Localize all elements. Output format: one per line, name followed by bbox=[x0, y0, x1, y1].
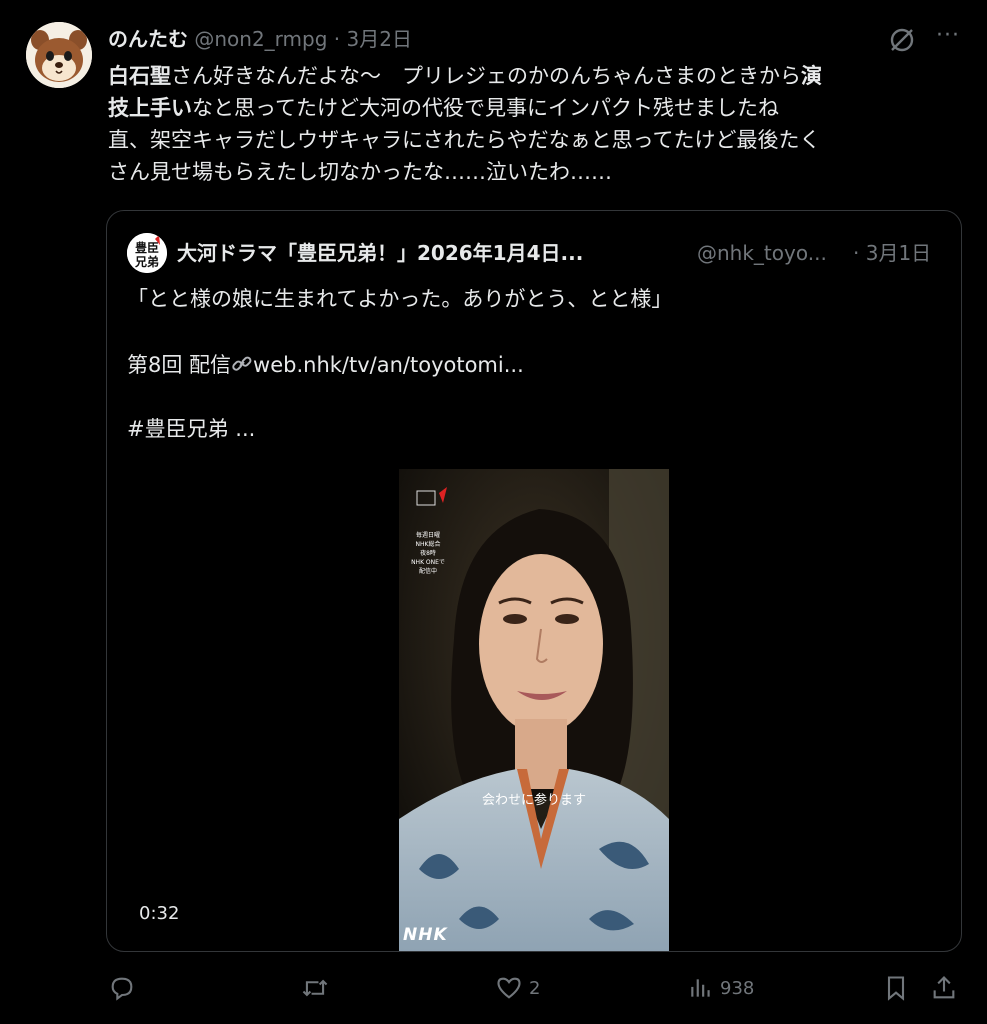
svg-text:兄弟: 兄弟 bbox=[134, 254, 159, 269]
quoted-author-name: 大河ドラマ「豊臣兄弟！」2026年1月4日... bbox=[177, 241, 584, 265]
quoted-author-handle: @nhk_toyo... bbox=[697, 237, 827, 269]
like-button[interactable]: 2 bbox=[495, 970, 540, 1006]
chipmunk-avatar-icon bbox=[26, 22, 92, 88]
quoted-text-line1: 「とと様の娘に生まれてよかった。ありがとう、とと様」 bbox=[127, 287, 673, 311]
reply-button[interactable] bbox=[108, 970, 142, 1006]
quoted-text-prefix: 第8回 配信 bbox=[127, 353, 232, 377]
promo-line: NHK ONEで bbox=[411, 559, 445, 566]
tweet-header: のんたむ @non2_rmpg · 3月2日 bbox=[108, 24, 412, 54]
quoted-tweet[interactable]: 豊臣 兄弟 大河ドラマ「豊臣兄弟！」2026年1月4日... @nhk_toyo… bbox=[106, 210, 962, 952]
author-name[interactable]: のんたむ bbox=[108, 27, 188, 51]
heart-icon bbox=[497, 977, 521, 999]
bookmark-button[interactable] bbox=[882, 970, 910, 1006]
action-bar: 2 938 bbox=[0, 970, 987, 1006]
quoted-date: · 3月1日 bbox=[853, 237, 931, 269]
share-button[interactable] bbox=[930, 970, 958, 1006]
tweet-text-line: さん見せ場もらえたし切なかったな……泣いたわ…… bbox=[108, 160, 612, 184]
quoted-handle-text: @nhk_toyo... bbox=[697, 241, 827, 265]
video-subtitle: 会わせに参ります bbox=[481, 793, 586, 808]
reply-icon bbox=[111, 977, 133, 1001]
author-handle[interactable]: @non2_rmpg bbox=[194, 27, 327, 51]
quoted-date-text: 3月1日 bbox=[865, 241, 932, 265]
toyotomi-logo-icon: 豊臣 兄弟 bbox=[127, 233, 167, 273]
tweet-date[interactable]: 3月2日 bbox=[347, 27, 412, 51]
promo-line: 配信中 bbox=[418, 568, 437, 575]
mention-text: 白石聖 bbox=[108, 64, 171, 88]
bookmark-icon bbox=[887, 976, 905, 1001]
quoted-text-line2: 第8回 配信 web.nhk/tv/an/toyotomi... bbox=[127, 349, 524, 379]
quoted-avatar: 豊臣 兄弟 bbox=[127, 233, 167, 273]
video-duration: 0:32 bbox=[139, 903, 180, 924]
separator: · bbox=[853, 241, 860, 265]
quoted-hashtag[interactable]: #豊臣兄弟 ... bbox=[127, 413, 255, 443]
promo-line: 毎週日曜 bbox=[415, 532, 440, 539]
share-icon bbox=[933, 976, 955, 999]
grok-icon[interactable] bbox=[886, 24, 918, 56]
more-options-icon[interactable]: ··· bbox=[932, 22, 964, 54]
tweet-text-segment: なと思ってたけど大河の代役で見事にインパクト残せましたね bbox=[192, 96, 779, 120]
video-player[interactable]: 毎週日曜 NHK総合 夜8時 NHK ONEで 配信中 会わせに参ります NHK bbox=[399, 469, 669, 951]
like-count: 2 bbox=[529, 977, 541, 999]
repost-icon bbox=[302, 979, 328, 997]
repost-button[interactable] bbox=[300, 970, 336, 1006]
views-button[interactable]: 938 bbox=[688, 970, 754, 1006]
svg-text:豊臣: 豊臣 bbox=[135, 240, 159, 255]
avatar[interactable] bbox=[26, 22, 92, 88]
tweet-text-bold: 演 bbox=[801, 64, 822, 88]
promo-line: 夜8時 bbox=[420, 550, 436, 557]
quoted-header: 大河ドラマ「豊臣兄弟！」2026年1月4日... @nhk_toyo... · … bbox=[177, 237, 931, 269]
quoted-link[interactable]: web.nhk/tv/an/toyotomi... bbox=[253, 353, 524, 377]
promo-line: NHK総合 bbox=[415, 541, 441, 548]
nhk-watermark: NHK bbox=[403, 925, 448, 945]
separator: · bbox=[333, 27, 341, 51]
tweet-text-bold: 技上手い bbox=[108, 96, 192, 120]
tweet-text: 白石聖さん好きなんだよな〜 プリレジェのかのんちゃんさまのときから演 技上手いな… bbox=[108, 60, 958, 188]
link-icon bbox=[232, 356, 252, 371]
video-promo-text: 毎週日曜 NHK総合 夜8時 NHK ONEで 配信中 bbox=[403, 531, 453, 576]
view-count: 938 bbox=[720, 977, 755, 999]
tweet-text-segment: さん好きなんだよな〜 プリレジェのかのんちゃんさまのときから bbox=[171, 64, 801, 88]
views-icon bbox=[691, 979, 710, 997]
tweet-text-line: 直、架空キャラだしウザキャラにされたらやだなぁと思ってたけど最後たく bbox=[108, 128, 821, 152]
